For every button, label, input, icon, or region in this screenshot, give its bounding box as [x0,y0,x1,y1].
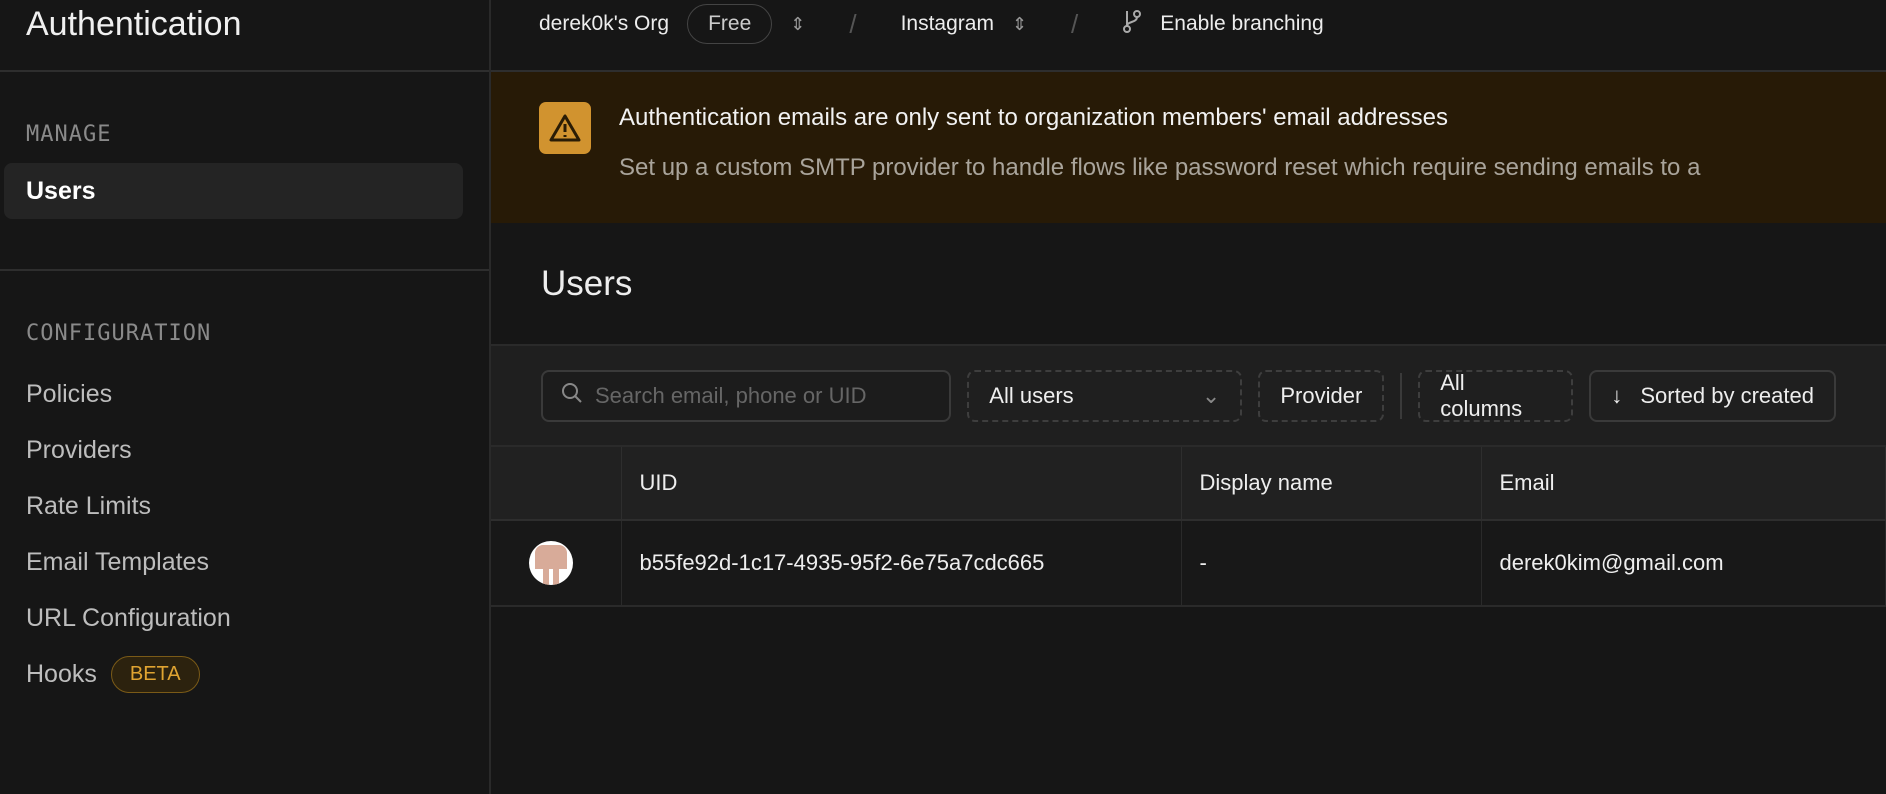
configuration-section-label: CONFIGURATION [26,321,212,346]
search-icon [561,382,583,409]
chevron-up-down-icon[interactable]: ⇕ [790,14,805,35]
divider [0,269,489,271]
smtp-warning-banner: Authentication emails are only sent to o… [491,72,1886,223]
sidebar-item-hooks[interactable]: Hooks BETA [0,646,489,702]
sidebar-item-providers[interactable]: Providers [0,422,489,478]
uid-cell[interactable]: b55fe92d-1c17-4935-95f2-6e75a7cdc665 [621,520,1182,607]
breadcrumb-separator: / [1071,8,1079,39]
plan-badge: Free [687,4,773,44]
column-header-email[interactable]: Email [1481,447,1886,521]
sidebar-title: Authentication [0,0,489,72]
chevron-down-icon: ⌄ [1201,382,1221,408]
warning-icon [539,102,591,154]
sort-button[interactable]: ↓ Sorted by created [1589,369,1836,422]
git-branch-icon [1122,9,1142,39]
avatar [529,541,573,585]
manage-section-label: MANAGE [26,122,112,147]
columns-button[interactable]: All columns [1418,369,1574,422]
top-bar: derek0k's Org Free ⇕ / Instagram ⇕ / Ena… [491,0,1886,72]
banner-title: Authentication emails are only sent to o… [619,104,1449,131]
user-filter-dropdown[interactable]: All users ⌄ [967,369,1243,422]
hooks-label: Hooks [26,659,97,688]
users-toolbar: All users ⌄ Provider All columns ↓ Sorted … [491,346,1886,447]
users-table: UID Display name Email b55fe92d-1c17-493… [491,447,1886,607]
arrow-down-icon: ↓ [1611,382,1623,408]
table-row[interactable]: b55fe92d-1c17-4935-95f2-6e75a7cdc665 - d… [491,520,1886,607]
avatar-column-header [491,447,622,521]
sidebar-item-users[interactable]: Users [4,163,463,219]
breadcrumb-separator: / [849,8,857,39]
org-selector[interactable]: derek0k's Org [539,12,669,36]
sidebar-item-url-configuration[interactable]: URL Configuration [0,590,489,646]
chevron-up-down-icon[interactable]: ⇕ [1012,14,1027,35]
project-selector[interactable]: Instagram [901,12,994,36]
sidebar-item-email-templates[interactable]: Email Templates [0,534,489,590]
provider-filter-button[interactable]: Provider [1258,369,1385,422]
enable-branching-button[interactable]: Enable branching [1160,12,1323,36]
search-input[interactable] [595,382,932,409]
beta-badge: BETA [110,655,200,693]
search-field[interactable] [541,369,952,422]
column-header-display-name[interactable]: Display name [1181,447,1482,521]
display-name-cell[interactable]: - [1181,520,1482,607]
banner-body: Set up a custom SMTP provider to handle … [619,154,1701,181]
sidebar-item-policies[interactable]: Policies [0,366,489,422]
email-cell[interactable]: derek0kim@gmail.com [1481,520,1886,607]
page-title: Users [491,223,1886,346]
table-header-row: UID Display name Email [491,447,1886,521]
column-header-uid[interactable]: UID [621,447,1182,521]
divider [1400,372,1403,419]
sidebar: Authentication MANAGE Users CONFIGURATIO… [0,0,491,794]
sort-label: Sorted by created [1640,382,1814,408]
sidebar-item-rate-limits[interactable]: Rate Limits [0,478,489,534]
avatar-cell [491,520,622,607]
filter-value: All users [989,382,1074,408]
